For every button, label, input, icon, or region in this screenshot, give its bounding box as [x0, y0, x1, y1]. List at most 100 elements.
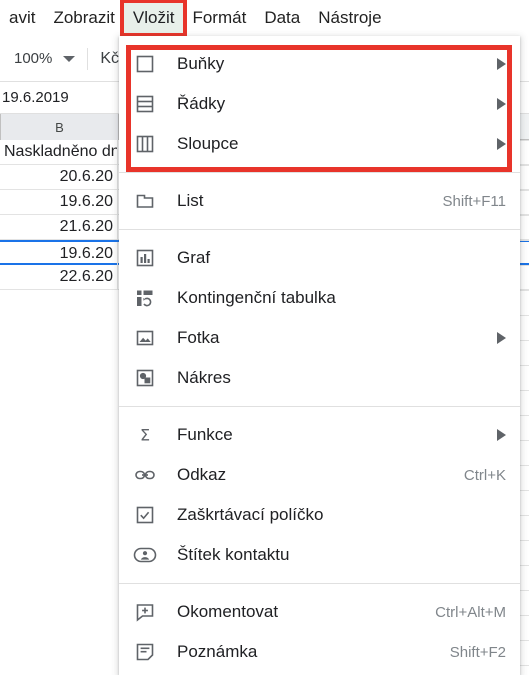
menu-item-sloupce[interactable]: Sloupce: [119, 124, 520, 164]
menu-item-okomentovat[interactable]: Okomentovat Ctrl+Alt+M: [119, 592, 520, 632]
grid-line: [519, 440, 529, 441]
menu-item-label: Zaškrtávací políčko: [177, 505, 324, 524]
grid-line: [519, 540, 529, 541]
menu-item-t-tek-kontaktu[interactable]: Štítek kontaktu: [119, 535, 520, 575]
menubar-item-zobrazit[interactable]: Zobrazit: [44, 3, 123, 33]
menu-item-label: Buňky: [177, 54, 225, 73]
menu-item-label: Okomentovat: [177, 602, 279, 621]
grid-line: [519, 140, 529, 141]
checkbox-icon: [133, 503, 157, 527]
menubar-item-data[interactable]: Data: [255, 3, 309, 33]
submenu-arrow-icon[interactable]: [497, 58, 506, 70]
menu-divider: [119, 583, 520, 584]
grid-line: [519, 265, 529, 266]
drawing-icon: [133, 366, 157, 390]
grid-line: [519, 365, 529, 366]
menubar-item-vloit[interactable]: Vložit: [123, 3, 184, 33]
menu-item-n-kres[interactable]: Nákres: [119, 358, 520, 398]
grid-line: [519, 615, 529, 616]
menu-item-shortcut: Shift+F2: [449, 643, 506, 661]
grid-right-sliver: [519, 114, 529, 675]
grid-line: [519, 165, 529, 166]
menu-item-kontingen-n-tabulka[interactable]: Kontingenční tabulka: [119, 278, 520, 318]
menu-item-graf[interactable]: Graf: [119, 238, 520, 278]
grid-cell[interactable]: 19.6.20: [0, 190, 118, 214]
menu-item-dky[interactable]: Řádky: [119, 84, 520, 124]
insert-menu-dropdown: Buňky Řádky Sloupce List Shift+F11 Graf Kontin…: [119, 36, 520, 675]
submenu-arrow-icon[interactable]: [497, 138, 506, 150]
grid-line: [519, 290, 529, 291]
grid-line: [519, 315, 529, 316]
menu-item-fotka[interactable]: Fotka: [119, 318, 520, 358]
menu-item-label: Kontingenční tabulka: [177, 288, 336, 307]
menubar-item-avit[interactable]: avit: [0, 3, 44, 33]
grid-cell[interactable]: Naskladněno dn: [0, 140, 118, 164]
menu-item-shortcut: Ctrl+Alt+M: [435, 603, 506, 621]
menu-divider: [119, 406, 520, 407]
submenu-arrow-icon[interactable]: [497, 429, 506, 441]
menu-item-label: Fotka: [177, 328, 220, 347]
grid-line: [519, 415, 529, 416]
svg-text:Σ: Σ: [140, 426, 150, 445]
grid-cell[interactable]: 21.6.20: [0, 215, 118, 239]
grid-line: [519, 215, 529, 216]
menu-divider: [119, 172, 520, 173]
image-icon: [133, 326, 157, 350]
zoom-control[interactable]: 100%: [14, 50, 76, 67]
menu-item-label: Nákres: [177, 368, 231, 387]
note-icon: [133, 640, 157, 664]
grid-line: [519, 565, 529, 566]
columns-icon: [133, 132, 157, 156]
submenu-arrow-icon[interactable]: [497, 98, 506, 110]
sheet-icon: [133, 189, 157, 213]
currency-format-button[interactable]: Kč: [100, 50, 119, 68]
menubar-item-nstroje[interactable]: Nástroje: [309, 3, 390, 33]
menu-divider: [119, 229, 520, 230]
chart-icon: [133, 246, 157, 270]
comment-icon: [133, 600, 157, 624]
menu-item-za-krt-vac-pol-ko[interactable]: Zaškrtávací políčko: [119, 495, 520, 535]
formula-bar-value[interactable]: 19.6.2019: [0, 89, 69, 106]
menu-item-pozn-mka[interactable]: Poznámka Shift+F2: [119, 632, 520, 672]
menu-item-label: Poznámka: [177, 642, 258, 661]
menu-item-odkaz[interactable]: Odkaz Ctrl+K: [119, 455, 520, 495]
menu-item-shortcut: Shift+F11: [442, 192, 506, 210]
menu-item-label: Řádky: [177, 94, 226, 113]
column-header-B[interactable]: B: [1, 114, 119, 140]
rows-icon: [133, 92, 157, 116]
menu-item-label: Graf: [177, 248, 211, 267]
menu-item-list[interactable]: List Shift+F11: [119, 181, 520, 221]
menu-item-label: Sloupce: [177, 134, 239, 153]
menu-item-label: Štítek kontaktu: [177, 545, 290, 564]
grid-cell[interactable]: 22.6.20: [0, 265, 118, 289]
grid-line: [519, 515, 529, 516]
grid-line: [519, 665, 529, 666]
pivot-table-icon: [133, 286, 157, 310]
grid-line: [519, 190, 529, 191]
chevron-down-icon[interactable]: [63, 55, 76, 62]
spreadsheet-app-window: avit Zobrazit Vložit Formát Data Nástroje 100…: [0, 0, 529, 675]
zoom-level-value: 100%: [14, 50, 53, 67]
grid-line: [519, 640, 529, 641]
cells-icon: [133, 52, 157, 76]
contact-chip-icon: [133, 543, 157, 567]
menu-bar: avit Zobrazit Vložit Formát Data Nástroje: [0, 0, 529, 36]
grid-cell[interactable]: 20.6.20: [0, 165, 118, 189]
toolbar-divider: [87, 47, 89, 70]
link-icon: [133, 463, 157, 487]
menubar-item-formt[interactable]: Formát: [183, 3, 255, 33]
grid-line: [519, 240, 529, 241]
grid-line: [519, 590, 529, 591]
menu-item-label: List: [177, 191, 204, 210]
menu-item-bu-ky[interactable]: Buňky: [119, 44, 520, 84]
grid-line: [519, 340, 529, 341]
menu-item-shortcut: Ctrl+K: [463, 466, 506, 484]
grid-line: [519, 465, 529, 466]
grid-line: [519, 390, 529, 391]
selected-cell[interactable]: 19.6.20: [0, 242, 118, 266]
function-sigma-icon: Σ: [133, 423, 157, 447]
submenu-arrow-icon[interactable]: [497, 332, 506, 344]
menu-item-label: Funkce: [177, 425, 233, 444]
menu-item-label: Odkaz: [177, 465, 227, 484]
menu-item-funkce[interactable]: Σ Funkce: [119, 415, 520, 455]
